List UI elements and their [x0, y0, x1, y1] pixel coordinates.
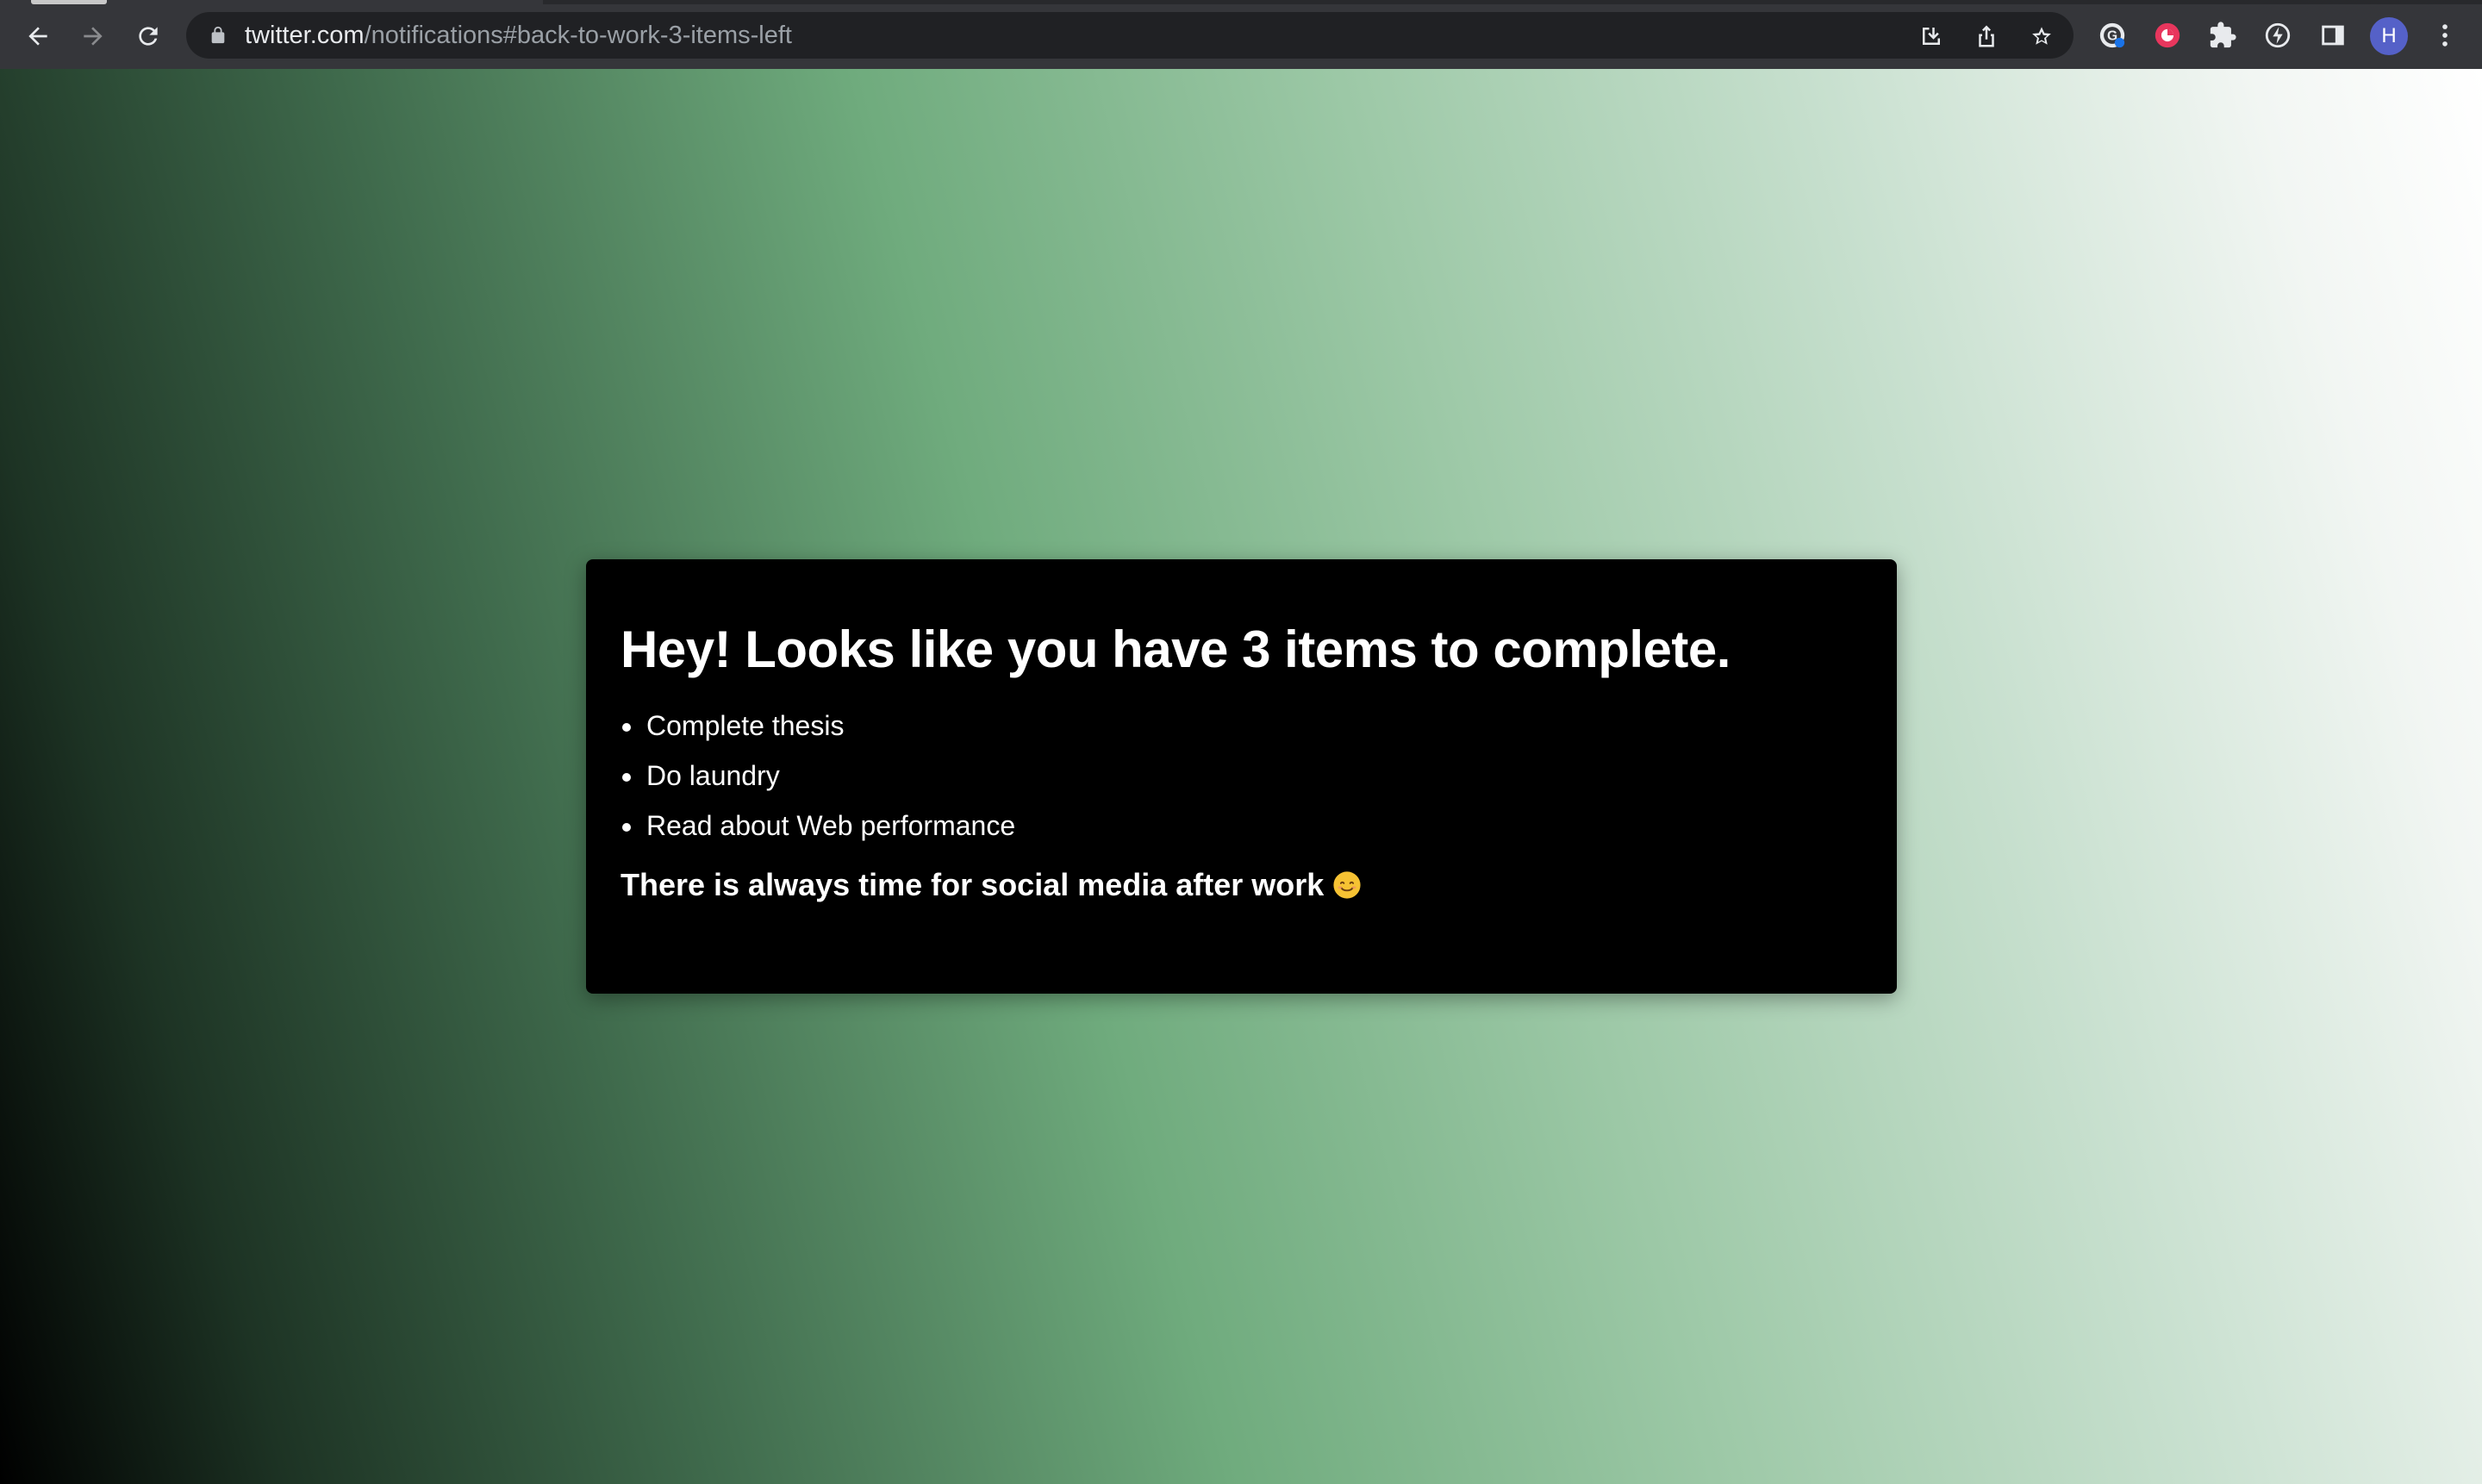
star-icon	[2032, 27, 2051, 45]
todo-item: Read about Web performance	[622, 801, 1862, 851]
reload-button[interactable]	[129, 17, 167, 55]
todo-item: Complete thesis	[622, 701, 1862, 751]
kebab-menu-icon	[2442, 24, 2448, 47]
page-background: Hey! Looks like you have 3 items to comp…	[0, 69, 2482, 1484]
card-footer-text: There is always time for social media af…	[620, 867, 1325, 902]
smiling-face-icon	[1333, 871, 1361, 899]
todo-list: Complete thesis Do laundry Read about We…	[620, 701, 1862, 851]
extensions-button[interactable]	[2206, 19, 2239, 52]
forward-button[interactable]	[74, 17, 112, 55]
lock-icon[interactable]	[209, 25, 228, 46]
share-icon	[1979, 25, 1994, 47]
grammar-extension-button[interactable]: G	[2096, 19, 2129, 52]
red-circle-extension-icon	[2155, 22, 2180, 48]
address-bar[interactable]: twitter.com/notifications#back-to-work-3…	[186, 12, 2074, 59]
arrow-right-icon	[84, 27, 103, 46]
card-heading: Hey! Looks like you have 3 items to comp…	[620, 620, 1731, 678]
arrow-left-icon	[28, 27, 47, 46]
install-app-icon	[1923, 28, 1940, 45]
lightning-extension-icon	[2265, 22, 2291, 48]
lightning-extension-button[interactable]	[2261, 19, 2294, 52]
notification-card: Hey! Looks like you have 3 items to comp…	[586, 559, 1897, 994]
url-path: /notifications#back-to-work-3-items-left	[364, 22, 792, 49]
url-host: twitter.com	[245, 22, 365, 49]
active-tab-indicator[interactable]	[31, 0, 107, 4]
grammar-extension-icon: G	[2099, 22, 2125, 48]
tab-strip	[543, 0, 2482, 4]
todo-item: Do laundry	[622, 751, 1862, 801]
side-panel-button[interactable]	[2317, 19, 2349, 52]
browser-menu-button[interactable]	[2429, 19, 2461, 52]
browser-toolbar: twitter.com/notifications#back-to-work-3…	[0, 0, 2482, 69]
side-panel-icon	[2322, 25, 2344, 46]
back-button[interactable]	[19, 17, 57, 55]
card-footer: There is always time for social media af…	[620, 866, 1862, 904]
puzzle-icon	[2210, 22, 2236, 48]
url-text[interactable]: twitter.com/notifications#back-to-work-3…	[245, 22, 792, 49]
install-app-button[interactable]	[1917, 22, 1946, 51]
share-button[interactable]	[1972, 22, 2001, 51]
reload-icon	[139, 27, 158, 46]
bookmark-button[interactable]	[2027, 22, 2056, 51]
profile-avatar[interactable]: H	[2370, 17, 2408, 55]
red-extension-button[interactable]	[2151, 19, 2184, 52]
